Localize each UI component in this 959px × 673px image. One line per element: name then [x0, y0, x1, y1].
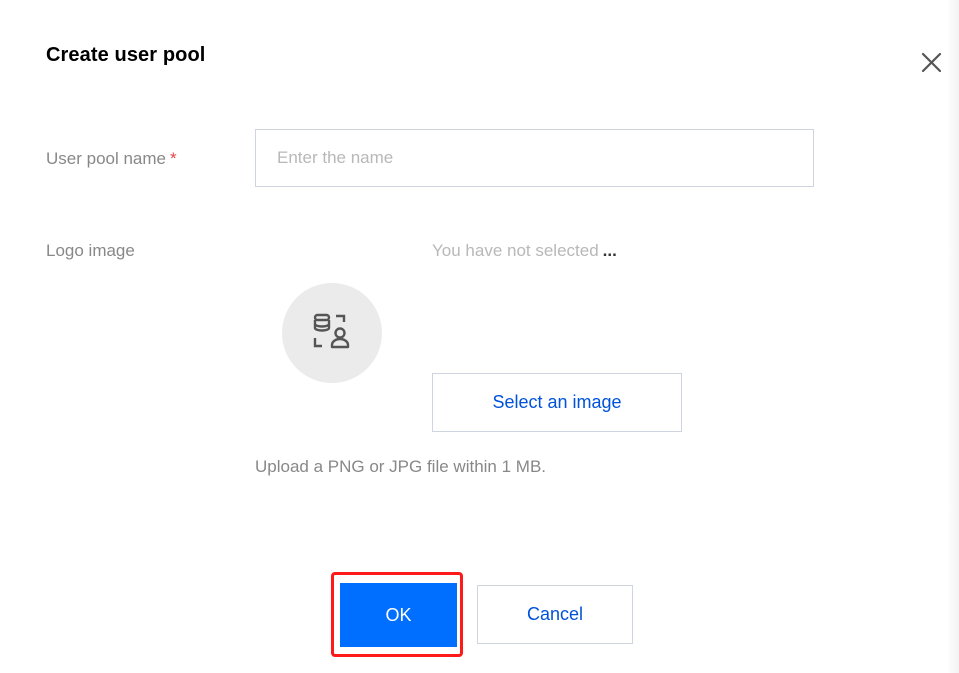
user-pool-name-label-text: User pool name [46, 149, 167, 168]
user-pool-name-input[interactable] [255, 129, 814, 187]
user-database-icon [313, 313, 350, 349]
logo-image-label: Logo image [46, 241, 135, 260]
logo-selection-status-text: You have not selected [432, 241, 599, 260]
close-icon[interactable] [919, 47, 947, 75]
logo-preview-avatar [282, 283, 382, 383]
required-asterisk: * [170, 149, 177, 168]
user-pool-name-label: User pool name * [46, 149, 177, 169]
upload-hint: Upload a PNG or JPG file within 1 MB. [255, 457, 547, 476]
cancel-button[interactable]: Cancel [477, 585, 633, 644]
logo-selection-status: You have not selected... [432, 241, 617, 261]
select-image-button[interactable]: Select an image [432, 373, 682, 432]
ok-button[interactable]: OK [340, 583, 457, 647]
logo-selection-status-ellipsis: ... [602, 241, 617, 260]
create-user-pool-dialog: Create user pool User pool name* Logo im… [0, 0, 959, 673]
dialog-title: Create user pool [46, 44, 206, 66]
